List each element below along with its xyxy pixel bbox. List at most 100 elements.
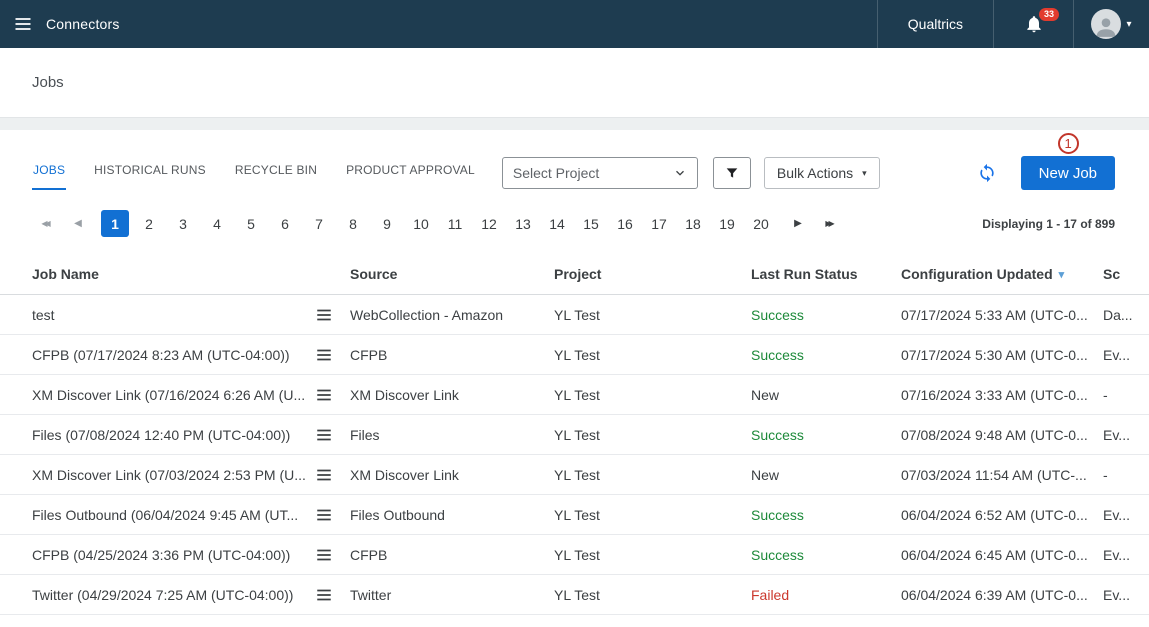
page-button-10[interactable]: 10 — [407, 210, 435, 237]
project-cell: YL Test — [554, 467, 751, 483]
tab-product-approval[interactable]: PRODUCT APPROVAL — [345, 157, 476, 190]
updated-cell: 06/04/2024 6:52 AM (UTC-0... — [901, 507, 1103, 523]
last-page-button[interactable]: ▶▶ — [818, 211, 842, 237]
first-page-button[interactable]: ◀◀ — [34, 211, 58, 237]
notifications-button[interactable]: 33 — [993, 0, 1073, 48]
chevron-down-icon: ▾ — [1126, 19, 1131, 30]
filter-button[interactable] — [713, 157, 751, 189]
page-title: Jobs — [32, 74, 64, 91]
schedule-cell: Da... — [1103, 307, 1149, 323]
page-button-15[interactable]: 15 — [577, 210, 605, 237]
row-actions-button[interactable] — [315, 506, 350, 524]
table-row: Twitter (04/29/2024 7:25 AM (UTC-04:00))… — [0, 575, 1149, 615]
top-nav-bar: Connectors Qualtrics 33 ▾ — [0, 0, 1149, 48]
page-button-14[interactable]: 14 — [543, 210, 571, 237]
page-button-11[interactable]: 11 — [441, 210, 469, 237]
row-actions-button[interactable] — [315, 346, 350, 364]
row-actions-button[interactable] — [315, 586, 350, 604]
table-row: Files Outbound (06/04/2024 9:45 AM (UT..… — [0, 495, 1149, 535]
new-job-button[interactable]: New Job — [1021, 156, 1115, 190]
page-button-20[interactable]: 20 — [747, 210, 775, 237]
column-header-job-name[interactable]: Job Name — [32, 266, 315, 282]
table-row: XM Discover Link (07/16/2024 6:26 AM (U.… — [0, 375, 1149, 415]
page-button-6[interactable]: 6 — [271, 210, 299, 237]
page-button-12[interactable]: 12 — [475, 210, 503, 237]
refresh-button[interactable] — [977, 163, 997, 183]
column-header-last-run-status[interactable]: Last Run Status — [751, 266, 901, 282]
page-button-8[interactable]: 8 — [339, 210, 367, 237]
bulk-actions-button[interactable]: Bulk Actions ▾ — [764, 157, 880, 189]
chevron-down-icon — [673, 166, 687, 180]
next-page-button[interactable]: ▶ — [786, 211, 810, 237]
tab-recycle-bin[interactable]: RECYCLE BIN — [234, 157, 318, 190]
table-row: XM Discover Link (07/03/2024 2:53 PM (U.… — [0, 455, 1149, 495]
page-button-3[interactable]: 3 — [169, 210, 197, 237]
page-button-7[interactable]: 7 — [305, 210, 333, 237]
row-actions-button[interactable] — [315, 466, 350, 484]
page-button-18[interactable]: 18 — [679, 210, 707, 237]
status-cell: Success — [751, 547, 901, 563]
tab-jobs[interactable]: JOBS — [32, 157, 66, 190]
previous-page-button[interactable]: ◀ — [66, 211, 90, 237]
page-button-5[interactable]: 5 — [237, 210, 265, 237]
column-header-schedule[interactable]: Sc — [1103, 266, 1149, 282]
table-body: test WebCollection - Amazon YL Test Succ… — [0, 295, 1149, 615]
row-menu-icon — [315, 546, 333, 564]
row-menu-icon — [315, 506, 333, 524]
row-actions-button[interactable] — [315, 546, 350, 564]
page-button-17[interactable]: 17 — [645, 210, 673, 237]
page-button-9[interactable]: 9 — [373, 210, 401, 237]
row-actions-button[interactable] — [315, 386, 350, 404]
pagination: ◀◀ ◀ 1234567891011121314151617181920 ▶ ▶… — [0, 190, 1149, 237]
table-row: CFPB (07/17/2024 8:23 AM (UTC-04:00)) CF… — [0, 335, 1149, 375]
caret-down-icon: ▾ — [862, 168, 867, 179]
page-button-2[interactable]: 2 — [135, 210, 163, 237]
status-cell: New — [751, 467, 901, 483]
row-menu-icon — [315, 426, 333, 444]
row-menu-icon — [315, 586, 333, 604]
column-header-source[interactable]: Source — [350, 266, 554, 282]
row-actions-button[interactable] — [315, 306, 350, 324]
project-cell: YL Test — [554, 307, 751, 323]
updated-cell: 06/04/2024 6:45 AM (UTC-0... — [901, 547, 1103, 563]
source-cell: WebCollection - Amazon — [350, 307, 554, 323]
table-row: CFPB (04/25/2024 3:36 PM (UTC-04:00)) CF… — [0, 535, 1149, 575]
bulk-actions-label: Bulk Actions — [777, 165, 853, 181]
sort-desc-icon: ▾ — [1059, 268, 1065, 281]
column-header-project[interactable]: Project — [554, 266, 751, 282]
column-header-configuration-updated[interactable]: Configuration Updated ▾ — [901, 266, 1103, 282]
brand-link[interactable]: Qualtrics — [877, 0, 993, 48]
status-cell: Success — [751, 507, 901, 523]
page-button-1[interactable]: 1 — [101, 210, 129, 237]
schedule-cell: Ev... — [1103, 427, 1149, 443]
jobs-table: Job Name Source Project Last Run Status … — [0, 254, 1149, 615]
page-button-13[interactable]: 13 — [509, 210, 537, 237]
table-row: Files (07/08/2024 12:40 PM (UTC-04:00)) … — [0, 415, 1149, 455]
status-cell: New — [751, 387, 901, 403]
project-select[interactable]: Select Project — [502, 157, 698, 189]
user-icon — [1093, 13, 1119, 39]
tab-historical-runs[interactable]: HISTORICAL RUNS — [93, 157, 207, 190]
job-name-cell: CFPB (04/25/2024 3:36 PM (UTC-04:00)) — [32, 547, 315, 563]
page-button-4[interactable]: 4 — [203, 210, 231, 237]
notification-badge: 33 — [1039, 8, 1059, 21]
project-cell: YL Test — [554, 587, 751, 603]
schedule-cell: - — [1103, 387, 1149, 403]
row-menu-icon — [315, 386, 333, 404]
toolbar: JOBS HISTORICAL RUNS RECYCLE BIN PRODUCT AP… — [0, 130, 1149, 190]
table-header-row: Job Name Source Project Last Run Status … — [0, 254, 1149, 295]
row-actions-button[interactable] — [315, 426, 350, 444]
job-name-cell: Files Outbound (06/04/2024 9:45 AM (UT..… — [32, 507, 315, 523]
job-name-cell: Twitter (04/29/2024 7:25 AM (UTC-04:00)) — [32, 587, 315, 603]
avatar — [1091, 9, 1121, 39]
account-menu-button[interactable]: ▾ — [1073, 0, 1149, 48]
schedule-cell: Ev... — [1103, 347, 1149, 363]
hamburger-menu-button[interactable] — [0, 0, 46, 48]
page-button-19[interactable]: 19 — [713, 210, 741, 237]
job-name-cell: CFPB (07/17/2024 8:23 AM (UTC-04:00)) — [32, 347, 315, 363]
source-cell: CFPB — [350, 347, 554, 363]
job-name-cell: Files (07/08/2024 12:40 PM (UTC-04:00)) — [32, 427, 315, 443]
page-button-16[interactable]: 16 — [611, 210, 639, 237]
updated-cell: 07/16/2024 3:33 AM (UTC-0... — [901, 387, 1103, 403]
app-title: Connectors — [46, 0, 120, 48]
